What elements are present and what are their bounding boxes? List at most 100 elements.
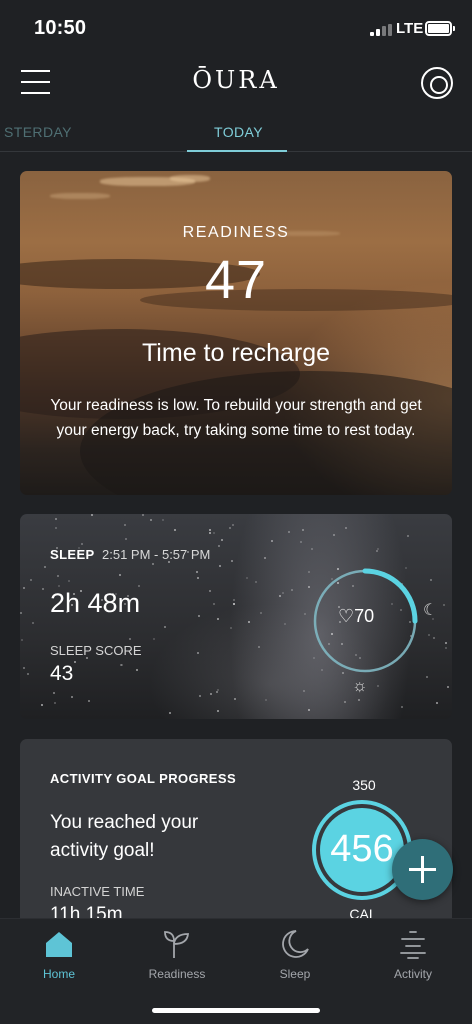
moon-icon: ☾ <box>423 602 438 619</box>
star <box>233 603 235 605</box>
nav-sleep[interactable]: Sleep <box>236 919 354 989</box>
home-icon <box>46 932 72 957</box>
star <box>213 532 215 534</box>
star <box>213 603 215 605</box>
star <box>91 514 93 516</box>
activity-icon <box>400 931 426 959</box>
star <box>445 642 447 644</box>
star <box>219 565 221 567</box>
star <box>233 599 235 601</box>
star <box>443 604 445 606</box>
readiness-label: READINESS <box>182 224 290 241</box>
star <box>428 634 430 636</box>
star <box>124 524 126 526</box>
network-label: LTE <box>396 20 424 37</box>
star <box>288 531 290 533</box>
star <box>436 702 438 704</box>
star <box>231 560 233 562</box>
star <box>196 571 198 573</box>
star <box>55 527 57 529</box>
app-logo: ŌURA <box>192 66 280 94</box>
status-time: 10:50 <box>34 17 87 39</box>
star <box>246 577 248 579</box>
nav-readiness-label: Readiness <box>148 967 206 981</box>
star <box>88 700 90 702</box>
star <box>32 622 34 624</box>
star <box>20 612 22 614</box>
star <box>279 595 281 597</box>
star <box>199 695 201 697</box>
star <box>152 563 154 565</box>
star <box>164 626 166 628</box>
star <box>150 519 152 521</box>
star <box>27 673 29 675</box>
star <box>344 701 346 703</box>
star <box>119 574 121 576</box>
star <box>153 638 155 640</box>
star <box>23 587 25 589</box>
star <box>426 676 428 678</box>
star <box>209 532 211 534</box>
day-tabs: STERDAY TODAY <box>0 118 472 152</box>
readiness-score: 47 <box>204 250 268 310</box>
star <box>44 566 46 568</box>
activity-title: ACTIVITY GOAL PROGRESS <box>50 771 237 786</box>
nav-readiness[interactable]: Readiness <box>118 919 236 989</box>
star <box>42 588 44 590</box>
moon-icon <box>282 930 309 958</box>
star <box>358 699 360 701</box>
sleep-score-label: SLEEP SCORE <box>50 643 142 658</box>
star <box>142 514 144 516</box>
star <box>258 646 260 648</box>
readiness-description: Your readiness is low. To rebuild your s… <box>50 397 422 439</box>
star <box>229 527 231 529</box>
star <box>21 639 23 641</box>
star <box>138 585 140 587</box>
star <box>232 524 234 526</box>
sleep-card[interactable]: SLEEP 2:51 PM - 5:57 PM 2h 48m SLEEP SCO… <box>20 514 452 719</box>
star <box>216 691 218 693</box>
star <box>129 638 131 640</box>
activity-message: You reached your activity goal! <box>50 812 199 861</box>
heart-rate-value: 70 <box>354 606 375 626</box>
star <box>57 575 59 577</box>
home-indicator <box>152 1008 320 1013</box>
star <box>217 710 219 712</box>
star <box>197 652 199 654</box>
star <box>264 557 266 559</box>
status-bar: 10:50 LTE <box>0 0 472 56</box>
heart-rate-readout: ♡70 <box>338 606 374 627</box>
star <box>55 518 57 520</box>
star <box>125 538 127 540</box>
star <box>265 699 267 701</box>
tab-today[interactable]: TODAY <box>214 124 263 140</box>
star <box>198 615 200 617</box>
nav-home[interactable]: Home <box>0 919 118 989</box>
star <box>136 669 138 671</box>
star <box>271 540 273 542</box>
star <box>162 519 164 521</box>
sun-icon: ☼ <box>352 676 368 695</box>
nav-activity[interactable]: Activity <box>354 919 472 989</box>
activity-card[interactable]: ACTIVITY GOAL PROGRESS You reached your … <box>20 739 452 939</box>
star <box>58 585 60 587</box>
star <box>221 539 223 541</box>
star <box>217 618 219 620</box>
star <box>433 637 435 639</box>
inactive-time-label: INACTIVE TIME <box>50 884 145 899</box>
star <box>234 698 236 700</box>
readiness-card[interactable]: READINESS 47 Time to recharge Your readi… <box>20 171 452 495</box>
nav-sleep-label: Sleep <box>279 967 311 981</box>
add-button[interactable] <box>392 839 453 900</box>
star <box>210 693 212 695</box>
tab-yesterday[interactable]: STERDAY <box>4 124 72 140</box>
star <box>445 647 447 649</box>
signal-icon <box>370 24 392 36</box>
ring-icon[interactable] <box>421 67 453 99</box>
star <box>217 689 219 691</box>
star <box>376 550 378 552</box>
star <box>230 627 232 629</box>
star <box>169 712 171 714</box>
star <box>447 686 449 688</box>
star <box>53 692 55 694</box>
